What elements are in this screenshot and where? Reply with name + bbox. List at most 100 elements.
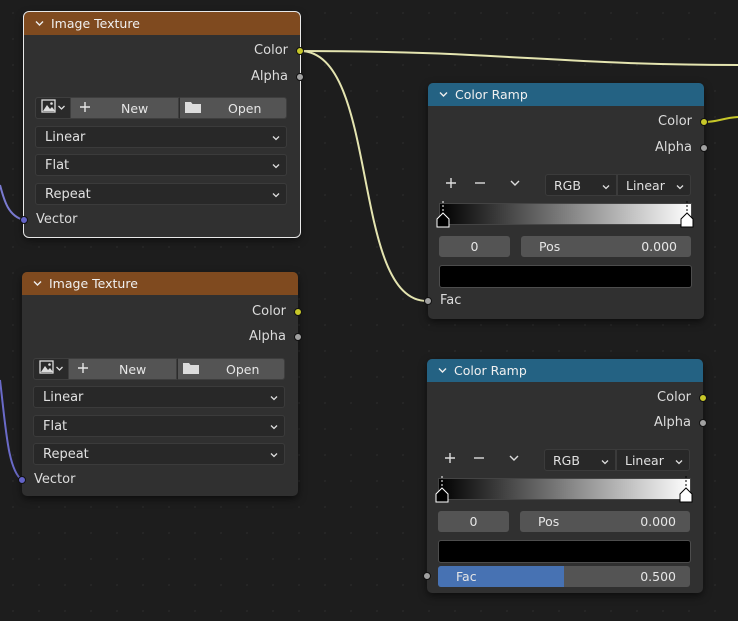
socket-fac-input[interactable] — [423, 572, 431, 580]
image-texture-node[interactable]: Image Texture Color Alpha New Open Linea… — [23, 11, 301, 238]
active-stop-index[interactable]: 0 — [439, 236, 510, 257]
stop-color-swatch[interactable] — [438, 540, 691, 563]
node-header[interactable]: Color Ramp — [428, 83, 704, 106]
color-ramp-node[interactable]: Color Ramp Color Alpha RGB Linear 0 Pos … — [428, 83, 704, 319]
ramp-stop-black[interactable] — [436, 201, 450, 233]
chevron-down-icon — [509, 177, 521, 193]
output-label-color: Color — [658, 114, 692, 129]
output-label-alpha: Alpha — [654, 415, 691, 430]
output-label-color: Color — [657, 390, 691, 405]
chevron-down-icon[interactable] — [437, 365, 451, 376]
image-texture-node[interactable]: Image Texture Color Alpha New Open Linea… — [22, 272, 298, 496]
fac-value: 0.500 — [640, 569, 676, 584]
link-tex1-color-to-ramp1-fac — [299, 50, 428, 302]
ramp-options-button[interactable] — [501, 449, 527, 471]
remove-stop-button[interactable] — [466, 449, 492, 471]
ramp-stop-black[interactable] — [435, 476, 449, 508]
link-vector-to-tex1 — [0, 184, 25, 221]
pos-label: Pos — [538, 514, 560, 529]
socket-color-output[interactable] — [699, 394, 707, 402]
image-icon — [38, 360, 55, 378]
stop-color-swatch[interactable] — [439, 265, 692, 288]
input-label-vector: Vector — [36, 212, 78, 227]
ramp-stop-white[interactable] — [679, 476, 693, 508]
projection-select[interactable]: Flat — [33, 415, 285, 437]
image-browse-button[interactable] — [35, 97, 71, 119]
input-label-fac: Fac — [440, 293, 462, 308]
projection-select[interactable]: Flat — [35, 154, 287, 176]
add-stop-button[interactable] — [437, 449, 463, 471]
remove-stop-button[interactable] — [467, 174, 493, 196]
extension-select[interactable]: Repeat — [33, 443, 285, 465]
socket-alpha-output[interactable] — [296, 73, 304, 81]
dropdown-arrow-icon — [674, 455, 684, 470]
socket-alpha-output[interactable] — [700, 144, 708, 152]
ramp-options-button[interactable] — [502, 174, 528, 196]
color-mode-select[interactable]: RGB — [545, 174, 617, 196]
stop-position-field[interactable]: Pos 0.000 — [521, 236, 691, 257]
socket-vector-input[interactable] — [18, 476, 26, 484]
interpolation-select[interactable]: Linear — [33, 386, 285, 408]
ramp-interpolation-select[interactable]: Linear — [616, 449, 690, 471]
link-vector-to-tex2 — [0, 379, 23, 481]
pos-value: 0.000 — [641, 239, 677, 254]
new-image-button[interactable]: New — [71, 97, 179, 119]
ramp-interpolation-value: Linear — [626, 177, 665, 193]
dropdown-arrow-icon — [601, 180, 611, 195]
dropdown-arrow-icon — [269, 421, 279, 436]
socket-alpha-output[interactable] — [699, 419, 707, 427]
add-stop-button[interactable] — [438, 174, 464, 196]
dropdown-arrow-icon — [271, 160, 281, 175]
plus-icon — [445, 177, 457, 193]
extension-select[interactable]: Repeat — [35, 183, 287, 205]
open-image-button[interactable]: Open — [177, 358, 285, 380]
image-browse-button[interactable] — [33, 358, 69, 380]
node-header[interactable]: Image Texture — [24, 12, 300, 35]
image-icon — [40, 99, 57, 117]
output-label-color: Color — [252, 304, 286, 319]
interpolation-select[interactable]: Linear — [35, 126, 287, 148]
folder-icon — [182, 361, 200, 378]
fac-slider[interactable]: Fac 0.500 — [438, 566, 690, 587]
ramp-interpolation-value: Linear — [625, 452, 664, 468]
socket-vector-input[interactable] — [20, 216, 28, 224]
node-title: Color Ramp — [454, 363, 527, 378]
dropdown-arrow-icon — [600, 455, 610, 470]
output-label-color: Color — [254, 43, 288, 58]
dropdown-arrow-icon — [271, 189, 281, 204]
color-ramp-gradient[interactable] — [438, 478, 691, 500]
dropdown-arrow-icon — [269, 449, 279, 464]
chevron-down-icon[interactable] — [438, 89, 452, 100]
ramp-stop-white[interactable] — [680, 201, 694, 233]
stop-position-field[interactable]: Pos 0.000 — [520, 511, 690, 532]
active-stop-index[interactable]: 0 — [438, 511, 509, 532]
output-label-alpha: Alpha — [655, 140, 692, 155]
socket-color-output[interactable] — [294, 308, 302, 316]
color-ramp-gradient[interactable] — [439, 203, 692, 225]
chevron-down-icon[interactable] — [34, 18, 48, 29]
pos-label: Pos — [539, 239, 561, 254]
socket-alpha-output[interactable] — [294, 333, 302, 341]
chevron-down-icon[interactable] — [32, 278, 46, 289]
open-label: Open — [228, 100, 262, 116]
node-header[interactable]: Color Ramp — [427, 359, 703, 382]
color-mode-value: RGB — [553, 452, 580, 468]
node-header[interactable]: Image Texture — [22, 272, 298, 295]
color-mode-value: RGB — [554, 177, 581, 193]
ramp-interpolation-select[interactable]: Linear — [617, 174, 691, 196]
projection-value: Flat — [43, 418, 68, 434]
open-image-button[interactable]: Open — [179, 97, 287, 119]
dropdown-arrow-icon — [269, 392, 279, 407]
socket-fac-input[interactable] — [424, 297, 432, 305]
node-title: Image Texture — [51, 16, 140, 31]
socket-color-output[interactable] — [296, 47, 304, 55]
socket-color-output[interactable] — [700, 118, 708, 126]
dropdown-arrow-icon — [55, 362, 64, 377]
dropdown-arrow-icon — [271, 132, 281, 147]
new-label: New — [119, 361, 147, 377]
folder-icon — [184, 100, 202, 117]
color-mode-select[interactable]: RGB — [544, 449, 616, 471]
color-ramp-node[interactable]: Color Ramp Color Alpha RGB Linear 0 Pos … — [427, 359, 703, 593]
new-image-button[interactable]: New — [69, 358, 177, 380]
open-label: Open — [226, 361, 260, 377]
